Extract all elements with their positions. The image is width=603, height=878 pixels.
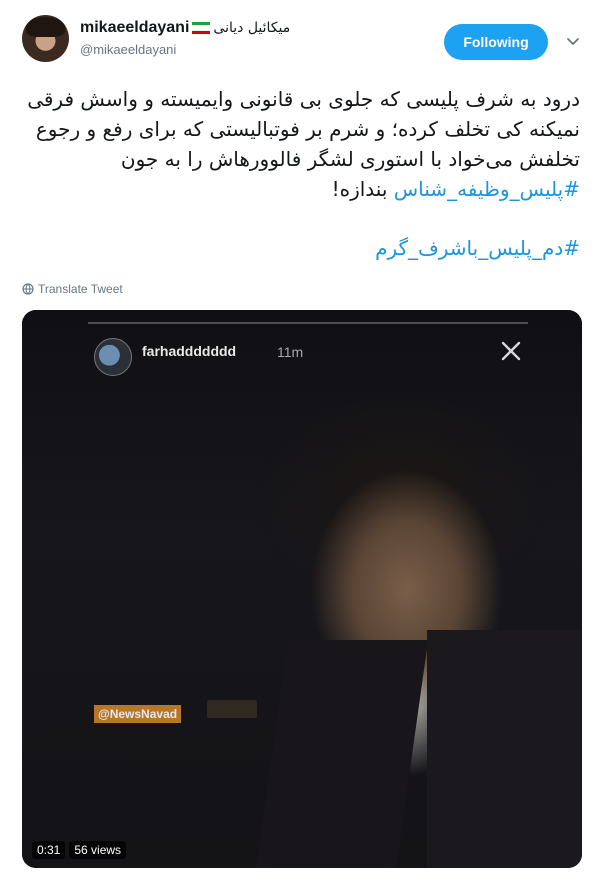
news-watermark: @NewsNavad [94, 705, 182, 723]
hashtag-link[interactable]: #دم_پلیس_باشرف_گرم [375, 236, 580, 260]
hashtag-link[interactable]: #پلیس_وظیفه_شناس [394, 177, 580, 201]
chevron-down-icon[interactable] [566, 34, 580, 48]
tweet-body-text: درود به شرف پلیسی که جلوی بی قانونی وایم… [27, 87, 580, 171]
video-duration: 0:31 [32, 841, 66, 859]
tweet-text: درود به شرف پلیسی که جلوی بی قانونی وایم… [22, 84, 580, 263]
display-name[interactable]: mikaeeldayani [80, 19, 189, 37]
story-time: 11m [277, 344, 304, 360]
video-player[interactable]: farhaddddddd 11m @NewsNavad 0:31 56 view… [22, 310, 582, 868]
translate-label[interactable]: Translate Tweet [38, 282, 123, 296]
story-avatar [94, 338, 132, 376]
close-icon [501, 341, 521, 361]
globe-icon [22, 283, 34, 295]
story-username: farhaddddddd [142, 343, 237, 359]
translate-tweet-link[interactable]: Translate Tweet [22, 282, 123, 296]
iran-flag-icon [192, 22, 211, 34]
video-views: 56 views [69, 841, 127, 859]
display-name-persian[interactable]: میکائیل دیانی [213, 20, 290, 36]
video-frame-detail [207, 700, 257, 718]
tweet-paragraph: درود به شرف پلیسی که جلوی بی قانونی وایم… [22, 84, 580, 204]
avatar[interactable] [22, 15, 69, 62]
story-progress-bar [88, 322, 528, 324]
user-name-row[interactable]: mikaeeldayani میکائیل دیانی [80, 18, 290, 38]
video-stats: 0:31 56 views [32, 841, 127, 859]
tweet-body-end: بندازه! [331, 177, 394, 201]
video-frame-detail [427, 630, 582, 868]
following-button[interactable]: Following [444, 24, 548, 60]
user-handle[interactable]: @mikaeeldayani [80, 42, 176, 57]
tweet-paragraph: #دم_پلیس_باشرف_گرم [22, 233, 580, 263]
